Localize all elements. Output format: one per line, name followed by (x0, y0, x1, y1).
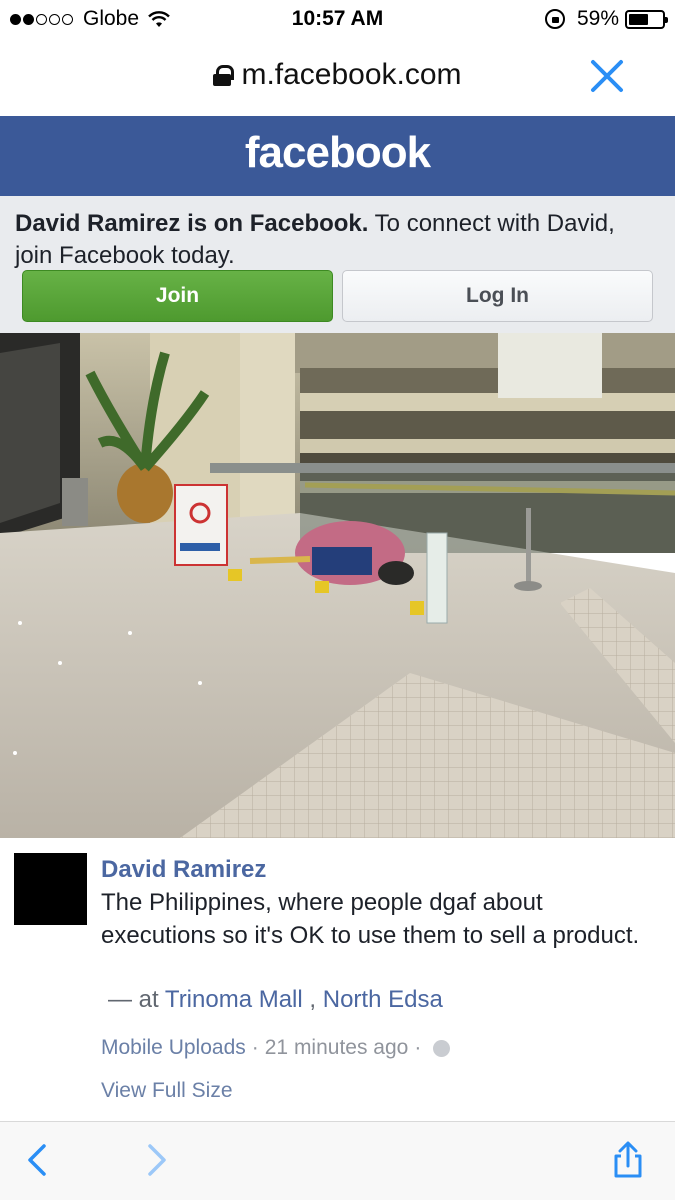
lock-icon (213, 65, 235, 86)
post-text: The Philippines, where people dgaf about… (101, 889, 640, 949)
battery-percent: 59% (576, 7, 619, 30)
post-photo[interactable] (0, 333, 675, 838)
meta-separator: · (414, 1036, 422, 1059)
album-link[interactable]: Mobile Uploads (101, 1036, 246, 1060)
url-field[interactable]: m.facebook.com (0, 58, 675, 92)
back-icon[interactable] (18, 1140, 58, 1180)
sign-board (174, 484, 228, 566)
facebook-logo[interactable]: facebook (0, 128, 675, 178)
view-full-size-link[interactable]: View Full Size (101, 1079, 233, 1103)
share-icon[interactable] (608, 1140, 648, 1180)
battery-icon (625, 9, 668, 29)
post-meta: Mobile Uploads · 21 minutes ago · (101, 1036, 451, 1060)
battery-level (629, 13, 648, 25)
evidence-marker-1 (228, 569, 242, 581)
url-text: m.facebook.com (241, 58, 462, 91)
location-area-link[interactable]: North Edsa (323, 986, 443, 1013)
ad-banner (498, 333, 602, 398)
browser-url-bar: m.facebook.com (0, 38, 675, 116)
join-button[interactable]: Join (22, 270, 333, 322)
post: David Ramirez The Philippines, where peo… (0, 838, 675, 1121)
close-icon[interactable] (587, 56, 627, 96)
forward-icon[interactable] (136, 1140, 176, 1180)
join-banner: David Ramirez is on Facebook. To connect… (0, 196, 675, 333)
browser-toolbar (0, 1121, 675, 1200)
banner-bold-text: David Ramirez is on Facebook. (15, 210, 369, 237)
evidence-marker-2 (315, 581, 329, 593)
post-author[interactable]: David Ramirez (101, 856, 266, 884)
globe-icon (433, 1039, 451, 1057)
location-prefix: — at (108, 986, 165, 1013)
mall-scene-image (0, 333, 675, 838)
avatar[interactable] (14, 853, 87, 925)
post-location: — at Trinoma Mall , North Edsa (108, 986, 443, 1014)
status-bar: Globe 10:57 AM 59% (0, 0, 675, 38)
evidence-marker-3 (410, 601, 424, 615)
facebook-header: facebook (0, 116, 675, 196)
location-separator: , (302, 986, 323, 1013)
rotation-lock-icon (544, 9, 565, 29)
cardboard-sign (312, 547, 372, 575)
banner-message: David Ramirez is on Facebook. To connect… (15, 208, 655, 272)
login-button[interactable]: Log In (342, 270, 653, 322)
status-right: 59% (544, 7, 668, 31)
location-place-link[interactable]: Trinoma Mall (165, 986, 303, 1013)
meta-separator: · (251, 1036, 259, 1059)
post-time[interactable]: 21 minutes ago (265, 1036, 409, 1060)
